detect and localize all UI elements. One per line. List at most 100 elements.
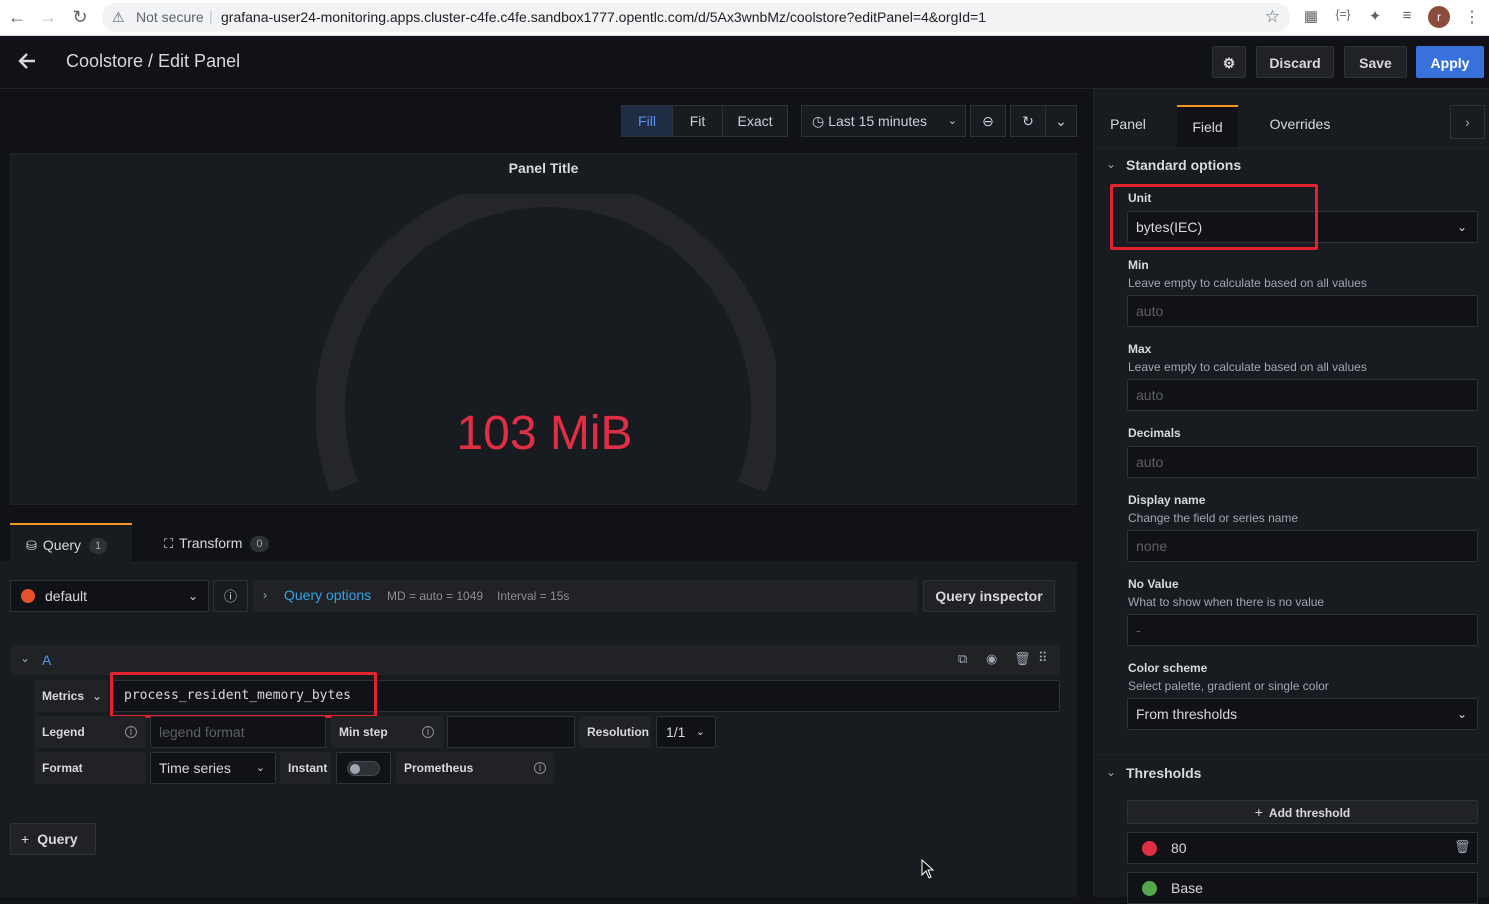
apply-button[interactable]: Apply bbox=[1416, 46, 1484, 78]
forward-arrow-icon[interactable]: → bbox=[37, 7, 59, 28]
info-icon[interactable]: i bbox=[422, 726, 434, 738]
min-description: Leave empty to calculate based on all va… bbox=[1128, 276, 1367, 290]
threshold-value-input[interactable]: 80 bbox=[1171, 840, 1187, 856]
prometheus-label-text: Prometheus bbox=[404, 761, 474, 775]
discard-button[interactable]: Discard bbox=[1256, 46, 1334, 78]
no-value-description: What to show when there is no value bbox=[1128, 595, 1325, 609]
collapse-sidebar-button[interactable]: › bbox=[1450, 105, 1485, 139]
thresholds-header[interactable]: Thresholds bbox=[1126, 765, 1201, 781]
query-options-label[interactable]: Query options bbox=[284, 587, 371, 603]
reload-icon[interactable]: ↻ bbox=[69, 7, 91, 28]
resolution-select[interactable]: 1/1 ⌄ bbox=[656, 716, 716, 748]
puzzle-extensions-icon[interactable]: ✦ bbox=[1364, 7, 1386, 25]
tab-overrides[interactable]: Overrides bbox=[1264, 105, 1336, 143]
datasource-picker[interactable]: default ⌄ bbox=[10, 580, 209, 612]
time-range-label: Last 15 minutes bbox=[828, 113, 928, 129]
grid-extension-icon[interactable]: ▦ bbox=[1300, 7, 1322, 25]
profile-avatar[interactable]: r bbox=[1428, 6, 1450, 28]
toggle-knob bbox=[350, 764, 360, 774]
fill-button[interactable]: Fill bbox=[621, 105, 673, 137]
plus-icon: + bbox=[1254, 804, 1263, 820]
json-extension-icon[interactable]: {=} bbox=[1332, 7, 1354, 21]
color-scheme-label: Color scheme bbox=[1128, 661, 1208, 675]
color-scheme-select[interactable]: From thresholds ⌄ bbox=[1127, 698, 1478, 730]
duplicate-query-icon[interactable]: ⧉ bbox=[958, 651, 967, 667]
datasource-help-button[interactable]: ⓘ bbox=[213, 580, 248, 612]
info-icon[interactable]: i bbox=[125, 726, 137, 738]
page-title: Coolstore / Edit Panel bbox=[66, 51, 241, 71]
chevron-down-icon: ⌄ bbox=[695, 726, 705, 738]
security-label: Not secure bbox=[136, 9, 204, 25]
gear-icon: ⚙ bbox=[1222, 55, 1236, 71]
add-query-label: Query bbox=[37, 831, 78, 847]
tab-panel[interactable]: Panel bbox=[1106, 105, 1150, 143]
bookmark-star-icon[interactable]: ☆ bbox=[1265, 7, 1280, 27]
url-text[interactable]: grafana-user24-monitoring.apps.cluster-c… bbox=[221, 9, 986, 25]
standard-options-header[interactable]: Standard options bbox=[1126, 157, 1241, 173]
query-row-header: ⌄ A ⧉ ◉ 🗑 ⠿ bbox=[10, 645, 1060, 675]
back-arrow-icon[interactable]: ← bbox=[6, 7, 28, 28]
legend-format-input[interactable]: legend format bbox=[150, 716, 326, 748]
gauge-value: 103 MiB bbox=[456, 407, 633, 460]
tab-query[interactable]: ⛁ Query 1 bbox=[10, 523, 132, 563]
address-bar[interactable]: ⚠ Not secure | grafana-user24-monitoring… bbox=[102, 3, 1290, 32]
browser-toolbar: ← → ↻ ⚠ Not secure | grafana-user24-moni… bbox=[0, 0, 1489, 36]
min-step-input[interactable] bbox=[447, 716, 575, 748]
no-value-label: No Value bbox=[1128, 577, 1179, 591]
browser-menu-icon[interactable]: ⋮ bbox=[1464, 7, 1480, 27]
tab-field[interactable]: Field bbox=[1177, 105, 1238, 147]
media-playlist-icon[interactable]: ≡ bbox=[1396, 7, 1418, 24]
trash-icon[interactable]: 🗑 bbox=[1454, 839, 1471, 855]
add-threshold-button[interactable]: + Add threshold bbox=[1127, 800, 1478, 824]
legend-label: Legend i bbox=[34, 716, 146, 748]
add-query-button[interactable]: + Query bbox=[10, 823, 96, 855]
query-inspector-button[interactable]: Query inspector bbox=[923, 580, 1055, 612]
drag-handle-icon[interactable]: ⠿ bbox=[1038, 650, 1048, 666]
tab-transform-label: Transform bbox=[179, 535, 243, 551]
query-ref-id[interactable]: A bbox=[42, 652, 51, 668]
threshold-color-swatch[interactable] bbox=[1142, 881, 1157, 896]
color-scheme-description: Select palette, gradient or single color bbox=[1128, 679, 1329, 693]
zoom-out-button[interactable]: ⊖ bbox=[970, 105, 1006, 137]
metrics-label[interactable]: Metrics ⌄ bbox=[34, 680, 108, 712]
back-arrow-icon[interactable] bbox=[16, 50, 38, 78]
chevron-down-icon: ⌄ bbox=[92, 689, 103, 703]
format-select[interactable]: Time series ⌄ bbox=[150, 752, 276, 784]
tab-transform[interactable]: ⛶ Transform 0 bbox=[164, 523, 269, 563]
instant-toggle[interactable] bbox=[336, 752, 391, 784]
display-name-input[interactable]: none bbox=[1127, 530, 1478, 562]
save-button[interactable]: Save bbox=[1344, 46, 1407, 78]
fit-button[interactable]: Fit bbox=[672, 105, 723, 137]
chevron-right-icon: › bbox=[263, 588, 267, 602]
plus-icon: + bbox=[21, 831, 30, 847]
divider bbox=[1094, 754, 1489, 755]
eye-icon[interactable]: ◉ bbox=[986, 651, 997, 667]
max-input[interactable]: auto bbox=[1127, 379, 1478, 411]
refresh-button[interactable]: ↻ bbox=[1010, 105, 1046, 137]
tab-query-label: Query bbox=[42, 537, 82, 553]
color-scheme-value: From thresholds bbox=[1136, 706, 1238, 722]
settings-button[interactable]: ⚙ bbox=[1212, 46, 1246, 78]
chevron-down-icon: ⌄ bbox=[255, 762, 265, 774]
no-value-input[interactable]: - bbox=[1127, 614, 1478, 646]
interval-info: Interval = 15s bbox=[497, 589, 570, 603]
chevron-down-icon[interactable]: ⌄ bbox=[1106, 157, 1116, 171]
resolution-value: 1/1 bbox=[666, 724, 686, 740]
exact-button[interactable]: Exact bbox=[722, 105, 788, 137]
query-options-row[interactable]: › Query options MD = auto = 1049 Interva… bbox=[253, 580, 918, 612]
min-step-label: Min step i bbox=[331, 716, 443, 748]
chevron-down-icon[interactable]: ⌄ bbox=[1106, 765, 1116, 779]
chevron-right-icon: › bbox=[1465, 114, 1470, 130]
time-range-picker[interactable]: ◷ Last 15 minutes ⌄ bbox=[801, 105, 966, 137]
threshold-row-base: Base bbox=[1127, 872, 1478, 904]
decimals-input[interactable]: auto bbox=[1127, 446, 1478, 478]
query-count-badge: 1 bbox=[89, 538, 108, 555]
threshold-color-swatch[interactable] bbox=[1142, 841, 1157, 856]
trash-icon[interactable]: 🗑 bbox=[1014, 651, 1031, 667]
refresh-interval-dropdown[interactable]: ⌄ bbox=[1045, 105, 1077, 137]
grafana-header: Coolstore / Edit Panel ⚙ Discard Save Ap… bbox=[0, 36, 1489, 89]
min-input[interactable]: auto bbox=[1127, 295, 1478, 327]
display-name-description: Change the field or series name bbox=[1128, 511, 1299, 525]
info-icon[interactable]: i bbox=[534, 762, 546, 774]
collapse-chevron-icon[interactable]: ⌄ bbox=[20, 651, 30, 665]
